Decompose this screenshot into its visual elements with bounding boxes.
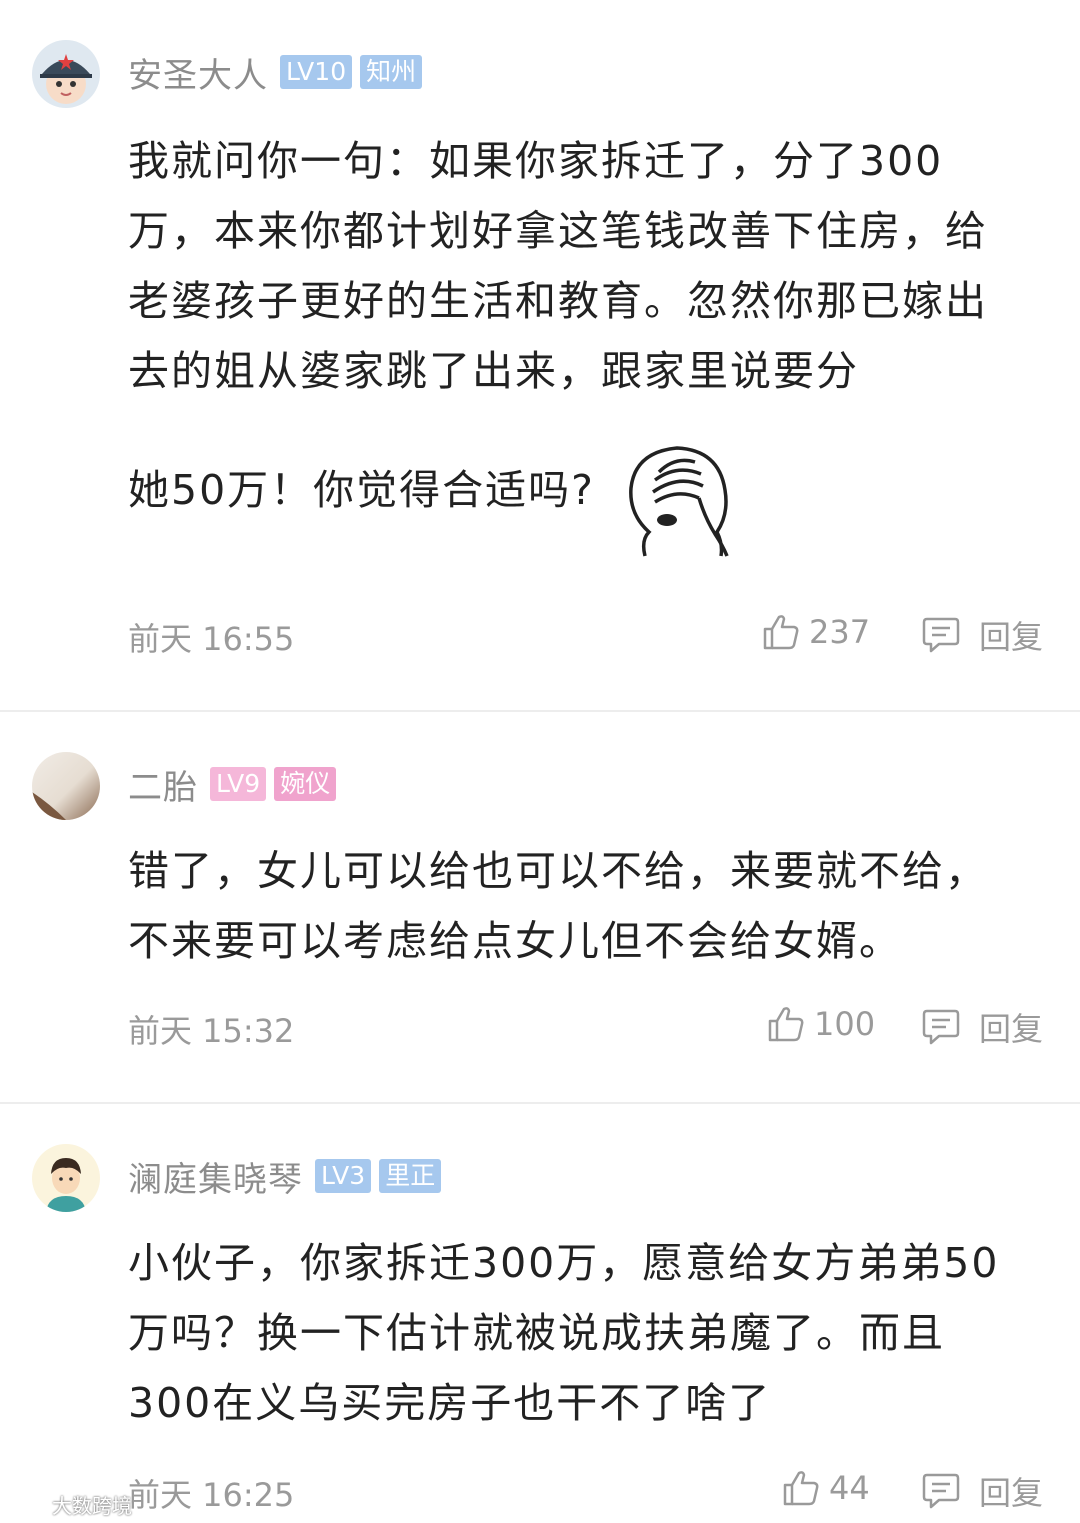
username[interactable]: 二胎 xyxy=(128,760,198,809)
comment-text: 小伙子，你家拆迁300万，愿意给女方弟弟50万吗？换一下估计就被说成扶弟魔了。而… xyxy=(128,1228,1028,1438)
comment-body-tail: 她50万！你觉得合适吗? xyxy=(128,466,595,514)
avatar[interactable] xyxy=(32,40,100,108)
like-button[interactable]: 44 xyxy=(781,1468,870,1508)
avatar-cartoon-girl-cap-icon xyxy=(32,40,100,108)
thumbs-up-icon xyxy=(768,1007,804,1042)
comment-header: 澜庭集晓琴 LV3 里正 xyxy=(128,1156,442,1200)
username[interactable]: 澜庭集晓琴 xyxy=(128,1152,303,1201)
like-count: 100 xyxy=(814,1005,876,1043)
comment-bubble-icon xyxy=(922,617,960,653)
reply-label: 回复 xyxy=(979,1474,1044,1512)
comment-text: 我就问你一句：如果你家拆迁了，分了300万，本来你都计划好拿这笔钱改善下住房，给… xyxy=(128,126,1028,406)
like-count: 237 xyxy=(809,613,871,651)
comment-header: 二胎 LV9 婉仪 xyxy=(128,764,337,808)
reply-label: 回复 xyxy=(979,1010,1044,1048)
comment-bubble-icon xyxy=(922,1009,960,1045)
title-badge: 婉仪 xyxy=(274,767,337,801)
level-badge: LV9 xyxy=(210,767,267,801)
divider xyxy=(0,1102,1080,1104)
timestamp: 前天 16:25 xyxy=(128,1476,295,1514)
level-badge: LV10 xyxy=(280,55,353,89)
watermark-logo-icon xyxy=(10,1497,46,1513)
timestamp: 前天 16:55 xyxy=(128,620,295,658)
title-badge: 知州 xyxy=(360,55,423,89)
avatar[interactable] xyxy=(32,1144,100,1212)
divider xyxy=(0,710,1080,712)
timestamp: 前天 15:32 xyxy=(128,1012,295,1050)
reply-button[interactable]: 回复 xyxy=(921,1004,1043,1050)
like-count: 44 xyxy=(829,1469,870,1507)
avatar-photo-icon xyxy=(32,752,100,820)
title-badge: 里正 xyxy=(379,1159,442,1193)
comment-text: 错了，女儿可以给也可以不给，来要就不给，不来要可以考虑给点女儿但不会给女婿。 xyxy=(128,836,1028,976)
comment-body: 错了，女儿可以给也可以不给，来要就不给，不来要可以考虑给点女儿但不会给女婿。 xyxy=(128,847,988,965)
comment-bubble-icon xyxy=(922,1473,960,1509)
comment-body: 小伙子，你家拆迁300万，愿意给女方弟弟50万吗？换一下估计就被说成扶弟魔了。而… xyxy=(128,1239,1000,1427)
comment-text-tail: 她50万！你觉得合适吗? xyxy=(128,444,1028,562)
thumbs-up-icon xyxy=(783,1471,819,1506)
comment-header: 安圣大人 LV10 知州 xyxy=(128,52,423,96)
thumbs-up-icon xyxy=(763,615,799,650)
watermark: 大数跨境 xyxy=(8,1490,132,1519)
avatar[interactable] xyxy=(32,752,100,820)
facepalm-emoji-icon xyxy=(629,446,729,557)
like-button[interactable]: 237 xyxy=(761,612,870,652)
like-button[interactable]: 100 xyxy=(766,1004,875,1044)
watermark-text: 大数跨境 xyxy=(52,1494,132,1518)
level-badge: LV3 xyxy=(315,1159,372,1193)
avatar-cartoon-boy-icon xyxy=(32,1144,100,1212)
username[interactable]: 安圣大人 xyxy=(128,48,268,97)
reply-button[interactable]: 回复 xyxy=(921,1468,1043,1514)
comment-body: 我就问你一句：如果你家拆迁了，分了300万，本来你都计划好拿这笔钱改善下住房，给… xyxy=(128,137,988,395)
reply-label: 回复 xyxy=(979,618,1044,656)
reply-button[interactable]: 回复 xyxy=(921,612,1043,658)
